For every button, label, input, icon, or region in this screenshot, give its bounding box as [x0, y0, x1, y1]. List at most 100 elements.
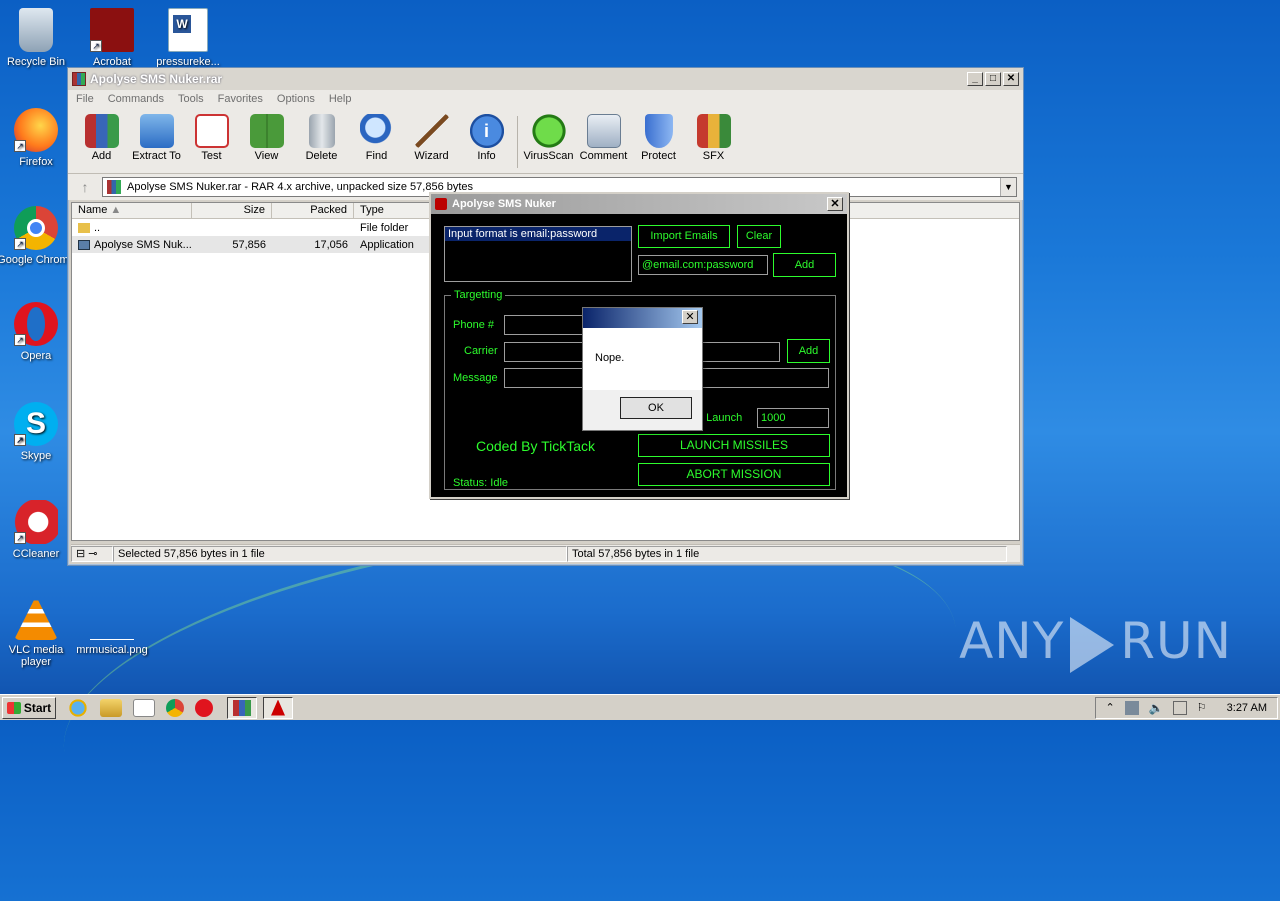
desktop-icon-label: CCleaner — [12, 548, 60, 560]
sort-up-icon: ▲ — [110, 204, 122, 216]
toolbar-delete-button[interactable]: Delete — [294, 112, 349, 162]
image-file-icon — [90, 596, 134, 640]
toolbar-protect-button[interactable]: Protect — [631, 112, 686, 162]
menu-options[interactable]: Options — [277, 93, 315, 105]
desktop-icon-skype[interactable]: S ↗ Skype — [0, 402, 76, 462]
flag-icon[interactable]: ⚐ — [1197, 701, 1207, 714]
file-explorer-icon[interactable] — [100, 698, 122, 717]
toolbar-find-button[interactable]: Find — [349, 112, 404, 162]
menu-favorites[interactable]: Favorites — [218, 93, 263, 105]
folder-icon — [78, 222, 90, 233]
nuker-title: Apolyse SMS Nuker — [452, 198, 556, 210]
toolbar-sfx-button[interactable]: SFX — [686, 112, 741, 162]
email-listbox[interactable]: Input format is email:password — [444, 226, 632, 282]
archive-add-icon — [84, 114, 119, 148]
desktop-icon-recycle-bin[interactable]: Recycle Bin — [0, 8, 76, 68]
column-type[interactable]: Type — [354, 203, 434, 218]
shortcut-arrow-icon: ↗ — [14, 434, 26, 446]
volume-icon[interactable]: 🔈 — [1149, 701, 1164, 715]
toolbar-test-button[interactable]: Test — [184, 112, 239, 162]
toolbar-virusscan-button[interactable]: VirusScan — [521, 112, 576, 162]
minimize-button[interactable]: _ — [967, 72, 983, 86]
desktop-icon-ccleaner[interactable]: ↗ CCleaner — [0, 500, 76, 560]
ok-button[interactable]: OK — [620, 397, 692, 419]
desktop-icon-opera[interactable]: ↗ Opera — [0, 302, 76, 362]
desktop-icon-word-doc[interactable]: W pressureke... — [148, 8, 228, 68]
comment-icon — [586, 114, 621, 148]
winrar-titlebar[interactable]: Apolyse SMS Nuker.rar _ □ ✕ — [68, 68, 1023, 90]
email-password-input[interactable] — [638, 255, 768, 275]
info-icon: i — [469, 114, 504, 148]
column-size[interactable]: Size — [192, 203, 272, 218]
start-label: Start — [23, 700, 52, 715]
desktop-icon-chrome[interactable]: ↗ Google Chrome — [0, 206, 76, 266]
menu-commands[interactable]: Commands — [108, 93, 164, 105]
trash-delete-icon — [308, 114, 335, 148]
clear-button[interactable]: Clear — [737, 225, 781, 248]
toolbar-label: Add — [91, 150, 112, 162]
add-carrier-button[interactable]: Add — [787, 339, 830, 363]
toolbar-add-button[interactable]: Add — [74, 112, 129, 162]
close-icon[interactable]: ✕ — [827, 197, 843, 211]
message-text: Nope. — [583, 328, 702, 390]
maximize-button[interactable]: □ — [985, 72, 1001, 86]
book-view-icon — [249, 114, 284, 148]
close-button[interactable]: ✕ — [1003, 72, 1019, 86]
taskbar-nuker[interactable] — [263, 696, 293, 719]
launch-missiles-button[interactable]: LAUNCH MISSILES — [638, 434, 830, 457]
toolbar-separator — [517, 116, 518, 168]
list-item[interactable]: Input format is email:password — [445, 227, 631, 241]
phone-input[interactable] — [504, 315, 594, 335]
up-folder-icon[interactable]: ↑ — [74, 179, 96, 195]
chevron-up-icon[interactable]: ⌃ — [1106, 701, 1115, 714]
display-icon[interactable] — [1172, 700, 1187, 715]
menu-help[interactable]: Help — [329, 93, 352, 105]
desktop-icon-png-file[interactable]: mrmusical.png — [72, 596, 152, 656]
message-box-titlebar[interactable]: ✕ — [583, 308, 702, 328]
desktop-icon-label: Skype — [20, 450, 52, 462]
toolbar-label: View — [254, 150, 279, 162]
toolbar-info-button[interactable]: i Info — [459, 112, 514, 162]
row-name-text: Apolyse SMS Nuk... — [94, 238, 192, 251]
abort-mission-button[interactable]: ABORT MISSION — [638, 463, 830, 486]
start-button[interactable]: Start — [2, 696, 56, 719]
nuker-titlebar[interactable]: Apolyse SMS Nuker ✕ — [431, 194, 847, 214]
launch-count-label: o Launch — [697, 412, 743, 424]
taskbar-winrar[interactable] — [227, 696, 257, 719]
row-size: 57,856 — [232, 238, 266, 251]
add-email-button[interactable]: Add — [773, 253, 836, 277]
toolbar-label: Protect — [641, 150, 676, 162]
media-player-icon[interactable] — [133, 698, 155, 717]
column-packed[interactable]: Packed — [272, 203, 354, 218]
desktop-icon-firefox[interactable]: ↗ Firefox — [0, 108, 76, 168]
desktop-icon-acrobat[interactable]: ↗ Acrobat — [72, 8, 152, 68]
toolbar-view-button[interactable]: View — [239, 112, 294, 162]
menu-file[interactable]: File — [76, 93, 94, 105]
toolbar-comment-button[interactable]: Comment — [576, 112, 631, 162]
toolbar-wizard-button[interactable]: Wizard — [404, 112, 459, 162]
internet-explorer-icon[interactable] — [67, 698, 89, 717]
toolbar-extract-button[interactable]: Extract To — [129, 112, 184, 162]
table-row[interactable]: Apolyse SMS Nuk... 57,856 17,056 Applica… — [72, 236, 432, 253]
shortcut-arrow-icon: ↗ — [90, 40, 102, 52]
toolbar-label: VirusScan — [523, 150, 574, 162]
launch-count-input[interactable] — [757, 408, 829, 428]
column-label: Packed — [310, 204, 347, 216]
column-label: Type — [360, 204, 384, 216]
network-icon[interactable] — [1124, 700, 1139, 715]
clock[interactable]: 3:27 AM — [1227, 702, 1267, 714]
column-name[interactable]: Name ▲ — [72, 203, 192, 218]
close-icon[interactable]: ✕ — [682, 310, 698, 324]
acrobat-icon: ↗ — [90, 8, 134, 52]
import-emails-button[interactable]: Import Emails — [638, 225, 730, 248]
winrar-icon — [72, 72, 86, 86]
opera-taskbar-icon[interactable] — [195, 698, 213, 717]
chevron-down-icon[interactable]: ▼ — [1000, 178, 1016, 196]
menu-tools[interactable]: Tools — [178, 93, 204, 105]
application-icon — [78, 239, 90, 250]
windows-flag-icon — [6, 701, 21, 714]
drive-icon[interactable]: ⊟ ⊸ — [71, 545, 113, 562]
toolbar-label: Extract To — [132, 150, 181, 162]
desktop-icon-vlc[interactable]: VLC media player — [0, 596, 76, 668]
chrome-taskbar-icon[interactable] — [166, 698, 184, 717]
